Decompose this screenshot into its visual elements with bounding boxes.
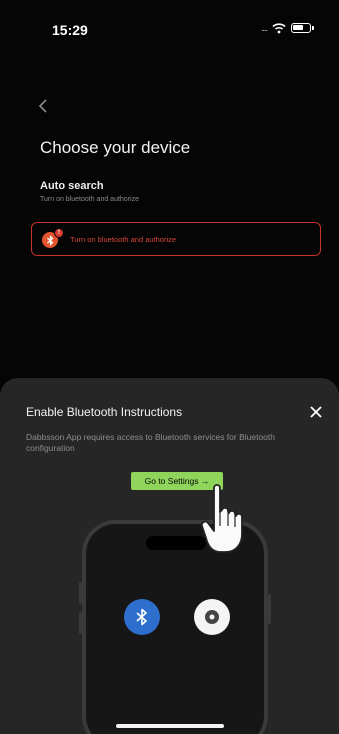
turn-on-bluetooth-button[interactable]: ! Turn on bluetooth and authorize [31, 222, 321, 256]
close-icon [310, 406, 322, 418]
signal-icon: .... [260, 23, 268, 33]
dynamic-island [146, 536, 206, 550]
page-title: Choose your device [40, 138, 191, 157]
chevron-left-icon [38, 99, 47, 113]
location-icon [194, 599, 230, 635]
sheet-title: Enable Bluetooth Instructions [26, 405, 183, 419]
auto-search-title: Auto search [40, 180, 104, 192]
home-indicator[interactable] [116, 724, 224, 728]
auto-search-subtitle: Turn on bluetooth and authorize [40, 196, 139, 203]
bluetooth-alert-icon: ! [42, 228, 64, 248]
status-bar: 15:29 .... [0, 0, 339, 52]
status-icons: .... [260, 22, 314, 34]
wifi-icon [272, 23, 286, 34]
bluetooth-icon [124, 599, 160, 635]
status-time: 15:29 [52, 22, 88, 38]
sheet-description: Dabbsson App requires access to Bluetoot… [26, 432, 276, 453]
phone-side-button [79, 582, 82, 604]
back-button[interactable] [34, 96, 54, 116]
bluetooth-instructions-sheet: Enable Bluetooth Instructions Dabbsson A… [0, 378, 339, 734]
phone-side-button [268, 594, 271, 624]
battery-icon [291, 23, 314, 33]
hand-pointer-icon [200, 484, 243, 553]
turn-on-bluetooth-label: Turn on bluetooth and authorize [70, 234, 177, 244]
phone-side-button [79, 612, 82, 634]
close-button[interactable] [308, 404, 324, 420]
